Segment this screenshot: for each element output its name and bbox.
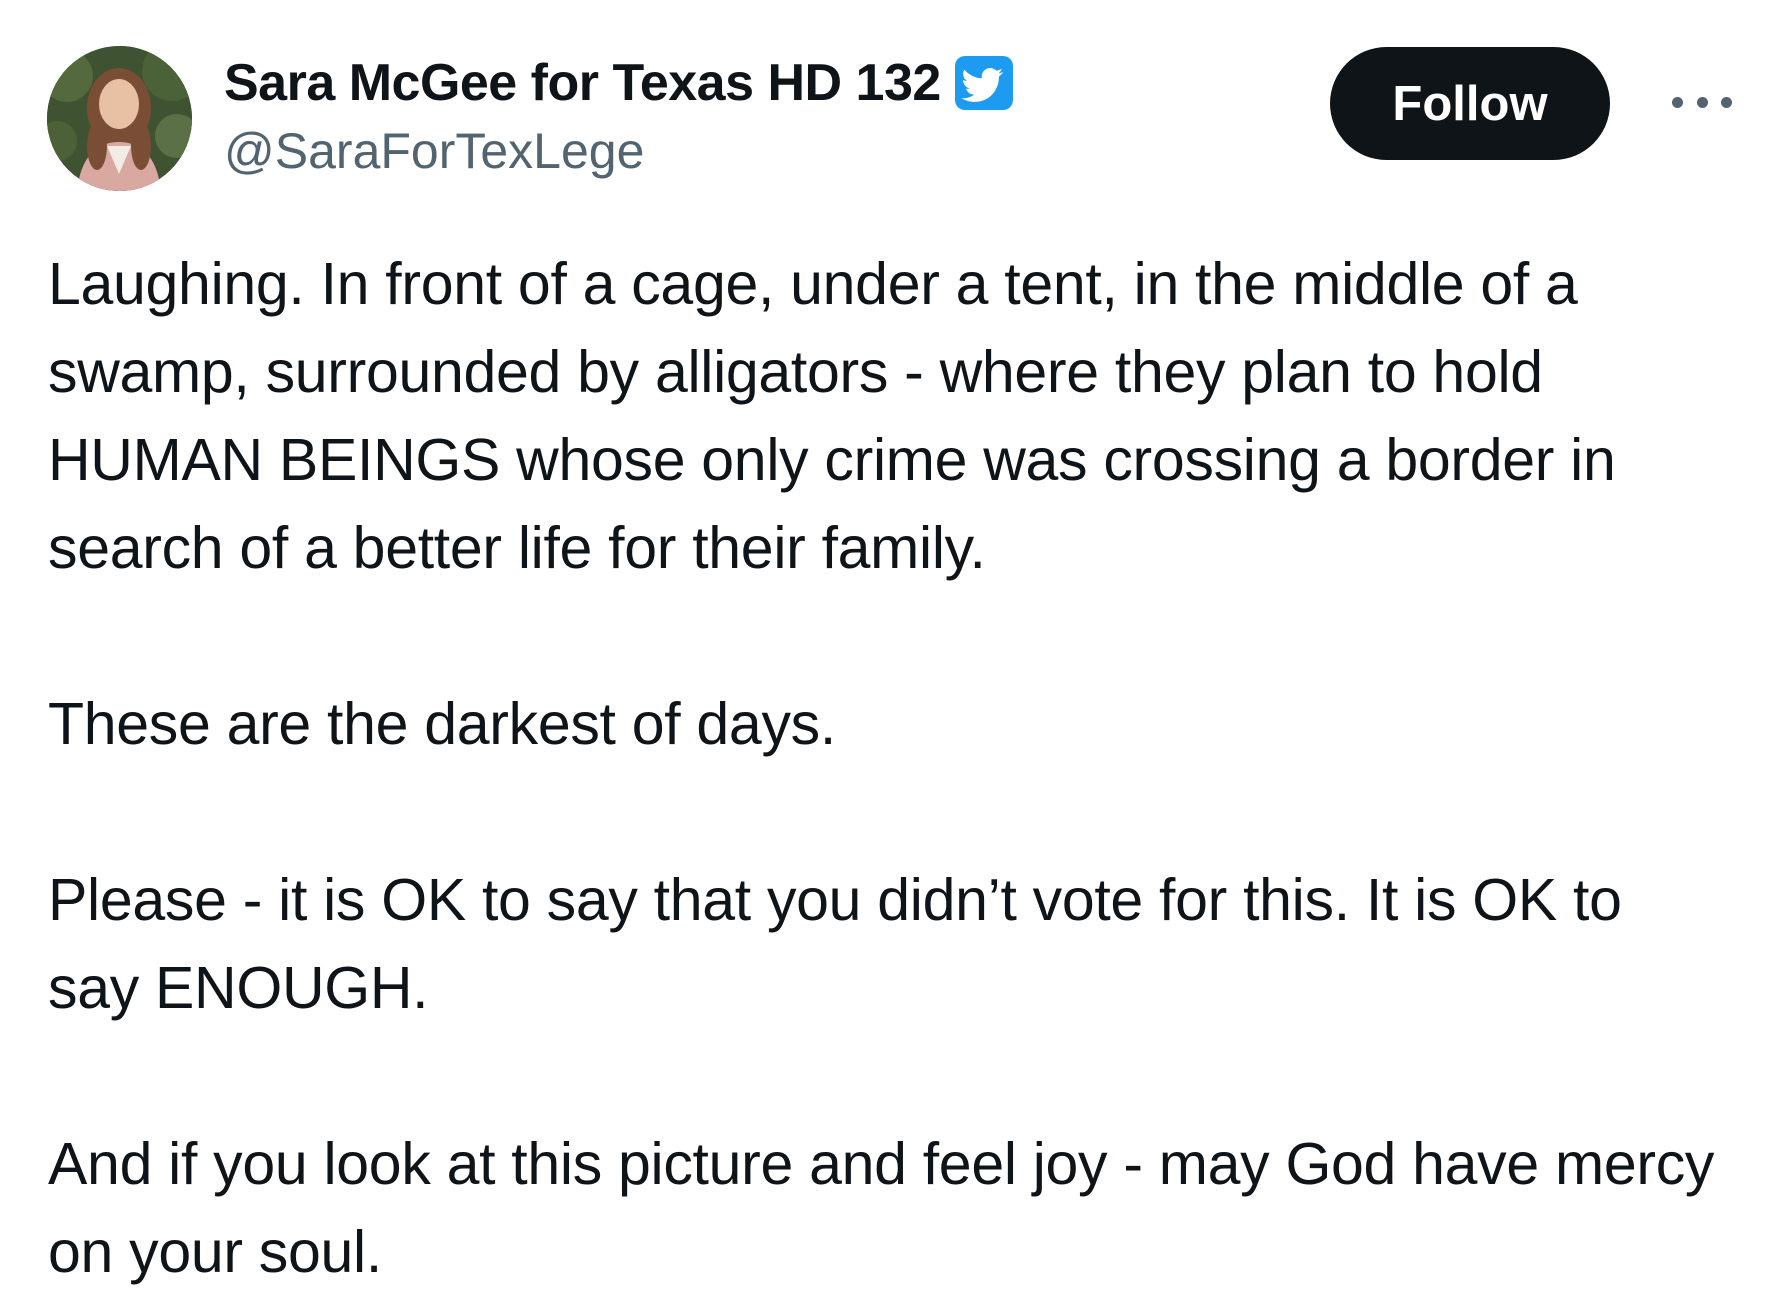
tweet-paragraph: Please - it is OK to say that you didn’t… (48, 867, 1622, 1021)
name-row: Sara McGee for Texas HD 132 (224, 50, 1015, 116)
avatar[interactable] (47, 46, 192, 191)
author-header: Sara McGee for Texas HD 132 @SaraForTexL… (224, 50, 1015, 180)
tweet-paragraph: Laughing. In front of a cage, under a te… (48, 251, 1616, 581)
tweet-paragraph: And if you look at this picture and feel… (48, 1131, 1715, 1285)
more-options-icon[interactable] (1672, 87, 1732, 117)
display-name[interactable]: Sara McGee for Texas HD 132 (224, 53, 941, 113)
follow-button[interactable]: Follow (1330, 47, 1610, 160)
ellipsis-dot (1672, 96, 1683, 108)
handle[interactable]: @SaraForTexLege (224, 122, 1015, 180)
ellipsis-dot (1721, 96, 1732, 108)
verified-badge-icon (953, 52, 1015, 114)
tweet-card: Sara McGee for Texas HD 132 @SaraForTexL… (0, 0, 1770, 1308)
ellipsis-dot (1696, 96, 1708, 108)
tweet-text: Laughing. In front of a cage, under a te… (48, 240, 1728, 1296)
tweet-paragraph: These are the darkest of days. (48, 691, 836, 757)
avatar-image (47, 46, 192, 191)
